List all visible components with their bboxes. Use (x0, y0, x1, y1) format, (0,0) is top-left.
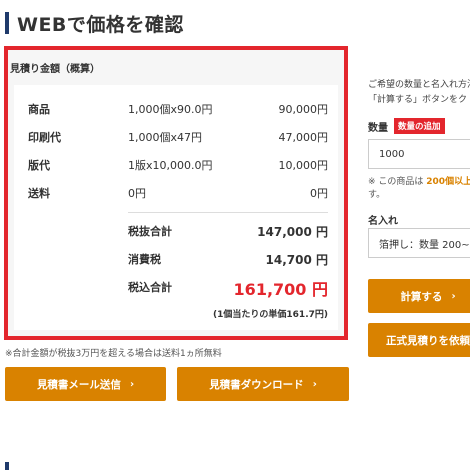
line-item-detail: 0円 (128, 187, 146, 200)
unit-price-note: (1個当たりの単価161.7円) (213, 310, 328, 320)
page-title: WEBで価格を確認 (17, 13, 184, 36)
shipping-note: ※合計金額が税抜3万円を超える場合は送料1ヵ所無料 (5, 349, 222, 359)
quantity-input[interactable]: 1000 (368, 139, 470, 169)
imprint-method-select[interactable]: 箔押し：数量 200~ (368, 228, 470, 258)
note-highlight: 200個以上 (426, 177, 470, 187)
line-item-detail: 1,000個x90.0円 (128, 103, 213, 116)
subtotal-value: 147,000 円 (257, 225, 328, 239)
add-quantity-badge[interactable]: 数量の追加 (394, 118, 445, 134)
subtotal-row: 税抜合計 147,000 円 (14, 218, 338, 244)
total-label: 税込合計 (128, 281, 172, 294)
estimate-panel: 見積り金額（概算） 商品 1,000個x90.0円 90,000円 印刷代 1,… (4, 46, 348, 340)
download-estimate-button[interactable]: 見積書ダウンロード › (177, 367, 349, 401)
estimate-table: 商品 1,000個x90.0円 90,000円 印刷代 1,000個x47円 4… (14, 85, 338, 330)
note-text: ※ この商品は (368, 177, 424, 187)
request-formal-estimate-button[interactable]: 正式見積りを依頼 (368, 323, 470, 357)
imprint-method-value: 箔押し：数量 200~ (379, 239, 470, 251)
line-item-shipping: 送料 0円 0円 (14, 181, 338, 205)
line-item-printing: 印刷代 1,000個x47円 47,000円 (14, 125, 338, 149)
quantity-value: 1000 (379, 148, 405, 160)
quantity-label: 数量 (368, 122, 388, 134)
minimum-quantity-note: ※ この商品は 200個以上 す。 (368, 176, 470, 202)
chevron-right-icon: › (451, 290, 456, 302)
instruction-line: 「計算する」ボタンをク (368, 95, 468, 105)
total-row: 税込合計 161,700 円 (14, 274, 338, 300)
line-item-amount: 10,000円 (278, 159, 329, 172)
line-item-amount: 0円 (310, 187, 328, 200)
line-item-label: 印刷代 (28, 131, 61, 144)
chevron-right-icon: › (312, 378, 317, 390)
line-item-product: 商品 1,000個x90.0円 90,000円 (14, 97, 338, 121)
quantity-label-row: 数量 数量の追加 (368, 118, 445, 134)
instruction-line: ご希望の数量と名入れ方法 (368, 80, 470, 90)
section-title: WEBで価格を確認 (5, 10, 184, 36)
line-item-plate: 版代 1版x10,000.0円 10,000円 (14, 153, 338, 177)
line-item-label: 商品 (28, 103, 50, 116)
total-value: 161,700 円 (233, 280, 328, 299)
line-item-amount: 90,000円 (278, 103, 329, 116)
note-text: す。 (368, 190, 386, 200)
chevron-right-icon: › (129, 378, 135, 390)
totals-divider (128, 212, 328, 213)
title-accent-bar (5, 12, 9, 34)
send-estimate-email-button[interactable]: 見積書メール送信 › (5, 367, 166, 401)
line-item-detail: 1版x10,000.0円 (128, 159, 213, 172)
line-item-label: 版代 (28, 159, 50, 172)
tax-row: 消費税 14,700 円 (14, 246, 338, 272)
calculate-button[interactable]: 計算する › (368, 279, 470, 313)
button-label: 見積書メール送信 (36, 378, 121, 391)
next-section-accent-bar (5, 462, 9, 470)
button-label: 計算する (400, 290, 443, 303)
subtotal-label: 税抜合計 (128, 225, 172, 238)
line-item-amount: 47,000円 (278, 131, 329, 144)
button-label: 見積書ダウンロード (209, 378, 304, 391)
estimate-heading: 見積り金額（概算） (10, 64, 100, 75)
line-item-detail: 1,000個x47円 (128, 131, 202, 144)
imprint-label: 名入れ (368, 216, 398, 227)
button-label: 正式見積りを依頼 (386, 334, 470, 347)
tax-label: 消費税 (128, 253, 161, 266)
tax-value: 14,700 円 (265, 253, 329, 267)
line-item-label: 送料 (28, 187, 50, 200)
instruction-text: ご希望の数量と名入れ方法 「計算する」ボタンをク (368, 78, 470, 108)
